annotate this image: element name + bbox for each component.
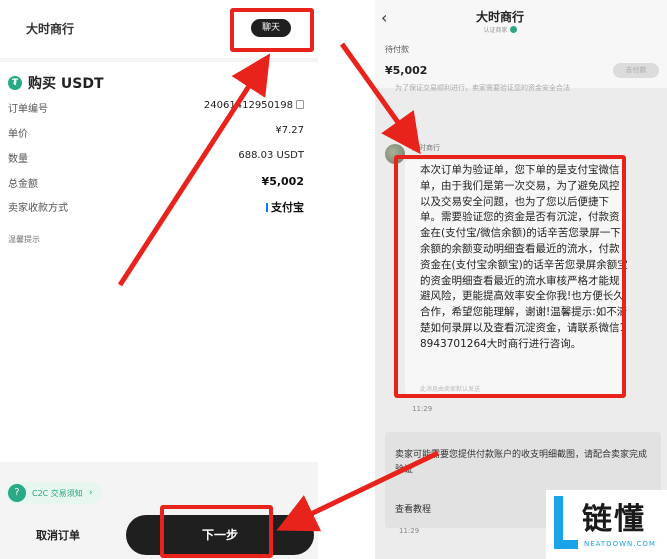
arrow-to-chat-button <box>117 53 271 287</box>
watermark-brand: 链懂 <box>582 502 646 537</box>
watermark-site: NEATDOWN.COM <box>584 540 656 548</box>
arrow-to-message <box>339 42 421 155</box>
brand-logo-icon <box>554 496 578 549</box>
arrow-to-next-button <box>276 450 440 532</box>
watermark: 链懂 NEATDOWN.COM <box>546 490 667 559</box>
annotation-arrows <box>117 42 440 532</box>
